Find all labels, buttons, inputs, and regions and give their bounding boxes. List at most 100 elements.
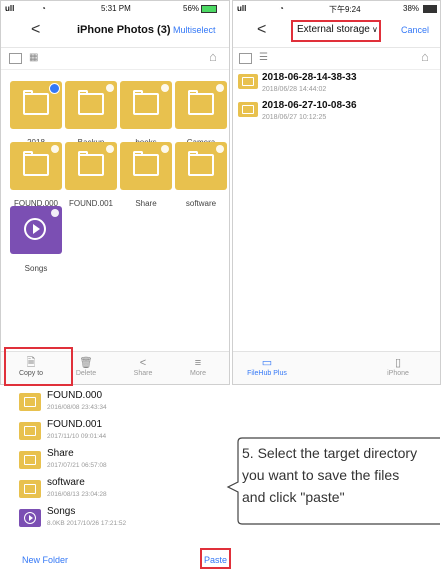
right-phone-screen: ull ◔ 下午9:24 38% < External storage ∨ Ca… (232, 0, 441, 385)
menu-icon: ≡ (194, 357, 202, 369)
folder-icon (19, 422, 41, 440)
back-button[interactable]: < (31, 21, 40, 39)
back-button-right[interactable]: < (257, 21, 266, 39)
battery-icon-right (423, 5, 437, 13)
share-icon: < (139, 357, 147, 369)
video-icon (19, 509, 41, 527)
sort-icon[interactable] (9, 53, 22, 64)
grid-view-icon[interactable]: ▦ (29, 52, 41, 64)
folder-tile[interactable] (120, 142, 172, 190)
folder-body (23, 154, 49, 176)
list-item-date: 2016/08/08 23:43:34 (47, 404, 107, 411)
drive-icon: ▭ (261, 357, 273, 369)
folder-body (133, 93, 159, 115)
songs-tile[interactable] (10, 206, 62, 254)
folder-tile[interactable] (175, 142, 227, 190)
folder-body (78, 154, 104, 176)
folder-body (188, 154, 214, 176)
battery-level-right: 38% (403, 4, 420, 13)
multiselect-button[interactable]: Multiselect (173, 25, 216, 35)
list-item-title: FOUND.001 (47, 419, 103, 430)
wifi-icon: ◔ (41, 4, 46, 13)
phone-icon: ▯ (394, 357, 402, 369)
list-item-date: 2017/07/21 06:57:08 (47, 462, 107, 469)
folder-tile[interactable] (10, 142, 62, 190)
play-triangle (33, 224, 40, 234)
select-dot[interactable] (216, 84, 224, 92)
cancel-button[interactable]: Cancel (401, 25, 429, 35)
select-dot[interactable] (161, 145, 169, 153)
list-item-date: 2016/08/13 23:04:28 (47, 491, 107, 498)
folder-body (188, 93, 214, 115)
folder-tile[interactable] (120, 81, 172, 129)
left-phone-screen: ull ◔ 5:31 PM 56% < iPhone Photos (3) Mu… (0, 0, 230, 385)
list-item[interactable]: FOUND.000 2016/08/08 23:43:34 (17, 388, 227, 415)
signal-indicator: ull (5, 4, 15, 13)
share-label: Share (133, 370, 153, 377)
selected-check-icon[interactable] (49, 83, 60, 94)
folder-tile[interactable] (10, 81, 62, 129)
select-dot[interactable] (216, 145, 224, 153)
iphone-label: iPhone (387, 370, 409, 377)
clock: 5:31 PM (101, 4, 131, 13)
tab-iphone[interactable]: ▯ iPhone (373, 356, 423, 377)
folder-tile[interactable] (65, 81, 117, 129)
songs-label: Songs (24, 264, 48, 273)
delete-label: Delete (75, 370, 97, 377)
wifi-icon-right: ◔ (279, 4, 284, 13)
battery-level: 56% (183, 4, 200, 13)
view-toolbar-right: ☰ ⌂ (233, 47, 440, 70)
select-dot[interactable] (51, 209, 59, 217)
new-folder-button[interactable]: New Folder (22, 555, 68, 565)
select-dot[interactable] (106, 84, 114, 92)
row-title: 2018-06-27-10-08-36 (262, 100, 357, 111)
callout-line-1: 5. Select the target directory (242, 445, 418, 461)
row-date: 2018/06/27 10:12:25 (262, 114, 327, 121)
list-item-title: Songs (47, 506, 76, 517)
more-label: More (190, 370, 206, 377)
folder-icon (19, 393, 41, 411)
folder-tile[interactable] (65, 142, 117, 190)
home-icon-right[interactable]: ⌂ (421, 49, 433, 64)
list-item-title: Share (47, 448, 74, 459)
callout-line-3: and click "paste" (242, 489, 345, 505)
home-icon[interactable]: ⌂ (209, 49, 221, 64)
list-item[interactable]: FOUND.001 2017/11/10 09:01:44 (17, 417, 227, 444)
copy-to-highlight (4, 347, 73, 386)
folder-label: software (185, 199, 217, 208)
row-date: 2018/06/28 14:44:02 (262, 86, 327, 93)
directory-row[interactable]: 2018-06-28-14-38-33 2018/06/28 14:44:02 (233, 70, 440, 98)
folder-icon (238, 102, 258, 117)
tab-filehub-plus[interactable]: ▭ FileHub Plus (237, 356, 297, 377)
more-button[interactable]: ≡ More (173, 356, 223, 377)
signal-indicator-right: ull (237, 4, 247, 13)
list-item[interactable]: Songs 8.0KB 2017/10/26 17:21:52 (17, 504, 227, 531)
folder-tile[interactable] (175, 81, 227, 129)
sort-icon-right[interactable] (239, 53, 252, 64)
folder-icon (238, 74, 258, 89)
battery-icon (201, 5, 217, 13)
select-dot[interactable] (161, 84, 169, 92)
directory-row[interactable]: 2018-06-27-10-08-36 2018/06/27 10:12:25 (233, 98, 440, 126)
storage-highlight (291, 20, 381, 42)
status-bar-right: ull ◔ 下午9:24 38% (233, 1, 440, 15)
select-dot[interactable] (106, 145, 114, 153)
callout-text: 5. Select the target directory you want … (242, 442, 440, 508)
share-button[interactable]: < Share (118, 356, 168, 377)
page-title: iPhone Photos (3) (77, 24, 171, 36)
folder-icon (19, 451, 41, 469)
list-item[interactable]: software 2016/08/13 23:04:28 (17, 475, 227, 502)
folder-icon (19, 480, 41, 498)
list-item-date: 2017/11/10 09:01:44 (47, 433, 107, 440)
list-item-title: FOUND.000 (47, 390, 103, 401)
list-item-title: software (47, 477, 85, 488)
view-toolbar: ▦ ⌂ (1, 47, 229, 70)
list-view-icon[interactable]: ☰ (259, 52, 271, 64)
paste-highlight (200, 548, 231, 569)
folder-body (133, 154, 159, 176)
list-item[interactable]: Share 2017/07/21 06:57:08 (17, 446, 227, 473)
status-bar: ull ◔ 5:31 PM 56% (1, 1, 229, 15)
clock-right: 下午9:24 (329, 5, 361, 14)
callout-line-2: you want to save the files (242, 467, 400, 483)
select-dot[interactable] (51, 145, 59, 153)
